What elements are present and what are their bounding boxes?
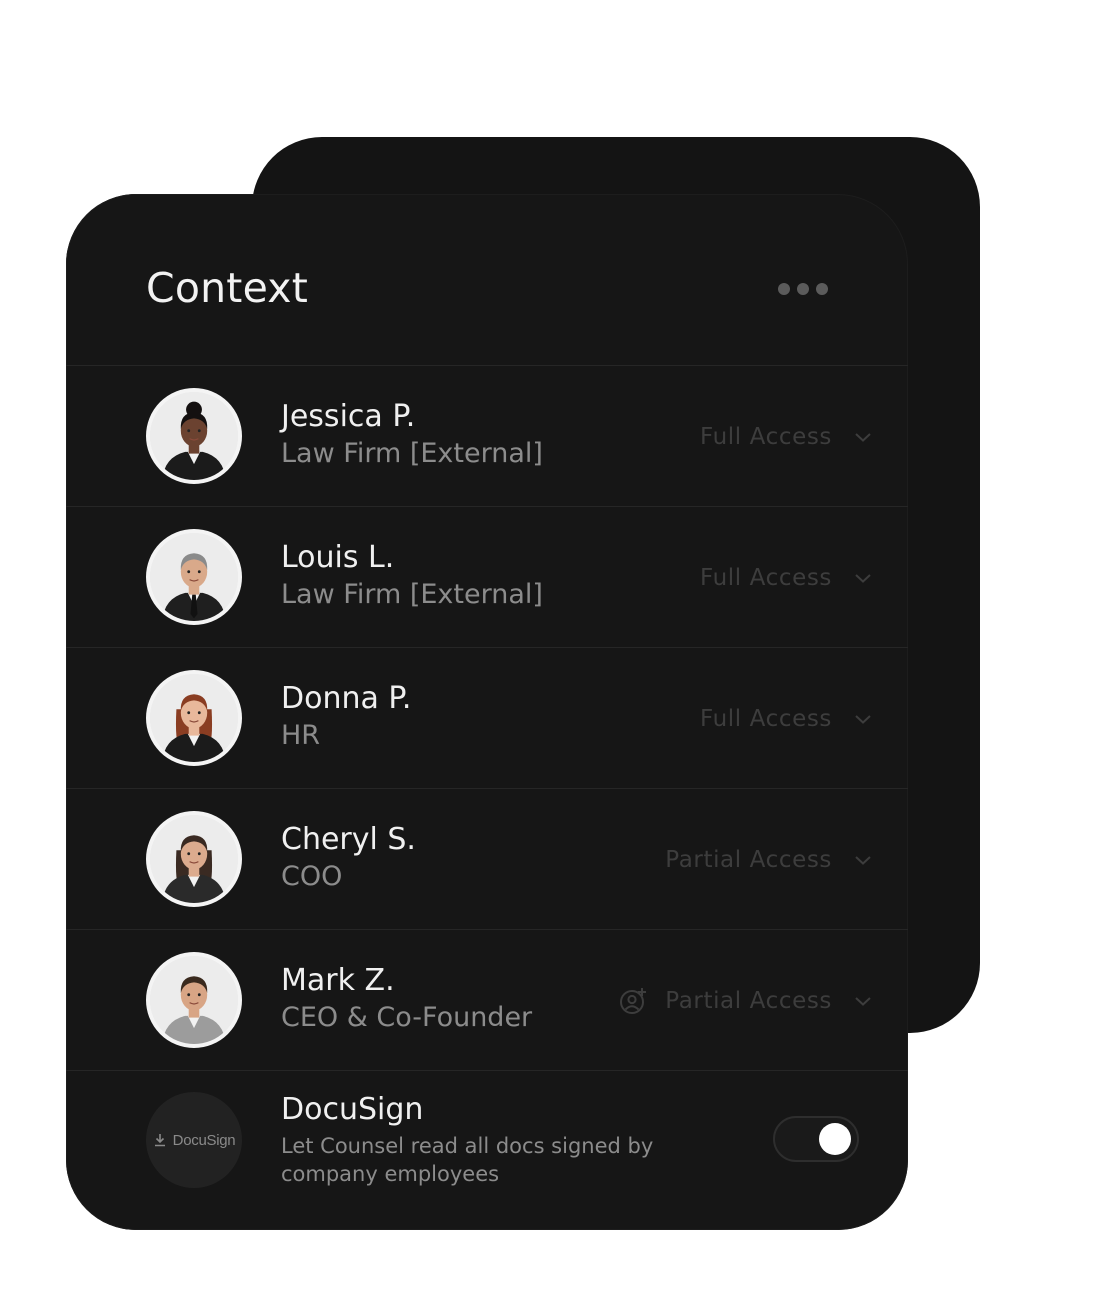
chevron-down-icon [855,715,871,724]
person-role: CEO & Co-Founder [281,1002,533,1033]
more-options-icon[interactable] [778,278,828,300]
person-name: Donna P. [281,681,412,716]
dot [797,283,809,295]
access-level-label: Partial Access [665,988,832,1014]
person-name: Cheryl S. [281,822,416,857]
avatar [146,670,242,766]
access-level-label: Full Access [700,565,832,591]
chevron-down-icon [855,433,871,442]
access-level-label: Full Access [700,706,832,732]
dot [816,283,828,295]
panel-title: Context [146,264,309,312]
person-row: Louis L. Law Firm [External] Full Access [66,507,908,648]
chevron-down-icon [855,856,871,865]
person-row: Jessica P. Law Firm [External] Full Access [66,366,908,507]
person-role: Law Firm [External] [281,438,543,469]
person-name: Louis L. [281,540,395,575]
chevron-down-icon [855,574,871,583]
person-row: Mark Z. CEO & Co-Founder Partial Access [66,930,908,1071]
panel-header: Context [66,194,908,366]
person-name: Mark Z. [281,963,395,998]
access-dropdown[interactable]: Full Access [700,563,872,593]
person-role: HR [281,720,321,751]
avatar [146,388,242,484]
docusign-logo: DocuSign [146,1092,242,1188]
access-dropdown[interactable]: Full Access [700,704,872,734]
access-level-label: Full Access [700,424,832,450]
docusign-toggle[interactable] [773,1116,859,1162]
integration-description: Let Counsel read all docs signed by comp… [281,1134,654,1186]
avatar [146,952,242,1048]
person-role: COO [281,861,343,892]
add-user-icon[interactable] [619,987,647,1015]
dot [778,283,790,295]
access-dropdown[interactable]: Partial Access [619,986,872,1016]
access-level-label: Partial Access [665,847,832,873]
person-role: Law Firm [External] [281,579,543,610]
toggle-knob [819,1123,851,1155]
chevron-down-icon [855,997,871,1006]
avatar [146,811,242,907]
access-dropdown[interactable]: Full Access [700,422,872,452]
download-icon [154,1134,165,1147]
docusign-logo-text: DocuSign [172,1131,236,1149]
person-name: Jessica P. [281,399,416,434]
avatar [146,529,242,625]
integration-name: DocuSign [281,1092,424,1127]
person-row: Cheryl S. COO Partial Access [66,789,908,930]
access-dropdown[interactable]: Partial Access [665,845,872,875]
integration-row-docusign: DocuSign DocuSign Let Counsel read all d… [66,1070,908,1230]
context-panel: Context Jessica P. Law Firm [External] Ful… [66,194,908,1230]
person-row: Donna P. HR Full Access [66,648,908,789]
